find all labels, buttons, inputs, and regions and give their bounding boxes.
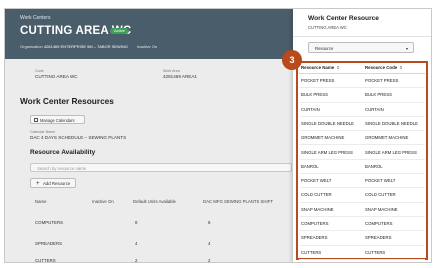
column-header-inactive-on[interactable]: Inactive On (92, 199, 114, 204)
table-row-shift: 4 (208, 241, 211, 246)
resource-name-cell: SINGLE DOUBLE NEEDLE (301, 120, 355, 126)
column-header-default-units[interactable]: Default Units Available (133, 199, 176, 204)
table-row[interactable]: SNAP MACHINE SNAP MACHINE (299, 203, 425, 217)
resource-name-cell: CUTTERS (301, 249, 322, 255)
column-header-shift[interactable]: DAC MFG SEWING PLANTS SHIFT (203, 199, 273, 204)
table-row-name[interactable]: COMPUTERS (35, 220, 63, 225)
organization-label: Organization (20, 44, 43, 49)
work-area-value: 4281469 AREA1 (163, 74, 197, 79)
table-row[interactable]: POCKET PRESS POCKET PRESS (299, 74, 425, 89)
resource-name-cell: POCKET PRESS (301, 78, 335, 83)
table-row[interactable]: BANROL BANROL (299, 160, 425, 175)
app-window: Work Centers CUTTING AREA WC Active Orga… (4, 8, 432, 263)
table-row[interactable]: SINGLE DOUBLE NEEDLE SINGLE DOUBLE NEEDLE (299, 117, 425, 132)
resource-name-cell: CURTAIN (301, 106, 320, 112)
column-header-name[interactable]: Name (35, 199, 46, 204)
calendar-icon (34, 118, 38, 122)
panel-title: Work Center Resource (308, 15, 379, 22)
sort-icon: ⇕ (336, 65, 340, 70)
resource-name-cell: SPREADERS (301, 235, 328, 241)
table-row[interactable]: COLD CUTTER COLD CUTTER (299, 188, 425, 203)
table-row-units: 2 (135, 258, 138, 263)
resource-code-header-label: Resource Code (365, 65, 398, 70)
table-row-shift: 2 (208, 258, 211, 263)
table-row-units: 4 (135, 241, 138, 246)
resource-name-cell: COMPUTERS (301, 221, 329, 226)
add-resource-label: Add Resource (43, 181, 71, 186)
resource-code-cell: POCKET PRESS (365, 78, 399, 83)
status-badge: Active (110, 28, 129, 34)
callout-number-badge: 3 (282, 50, 302, 70)
resource-code-cell: COLD CUTTER (365, 192, 396, 198)
table-row-shift: 8 (208, 220, 211, 225)
resource-code-cell: CURTAIN (365, 106, 384, 112)
table-row[interactable]: BULK PRESS BULK PRESS (299, 88, 425, 103)
column-header-resource-code[interactable]: Resource Code ⇕ (365, 65, 403, 71)
resource-code-cell: SNAP MACHINE (365, 206, 398, 212)
manage-calendars-button[interactable]: Manage Calendars (30, 115, 85, 124)
table-row[interactable]: SPREADERS SPREADERS (299, 231, 425, 246)
resource-code-cell: CUTTERS (365, 249, 386, 255)
resource-name-cell: GROMMET MACHINE (301, 135, 345, 141)
add-resource-button[interactable]: + Add Resource (30, 178, 76, 188)
calendar-name-value: DAC 4 DAYS SCHEDULE – SEWING PLANTS (30, 135, 127, 140)
resource-code-cell: SINGLE DOUBLE NEEDLE (365, 120, 419, 126)
resource-name-header-label: Resource Name (301, 65, 335, 70)
resource-type-select[interactable]: Resource ▾ (308, 42, 414, 53)
chevron-down-icon: ▾ (405, 46, 408, 51)
resource-code-cell: POCKET WELT (365, 178, 396, 184)
panel-divider (293, 36, 431, 37)
table-row-name[interactable]: SPREADERS (35, 241, 62, 246)
sort-icon: ⇕ (399, 65, 403, 70)
resource-type-value: Resource (315, 46, 334, 51)
table-row[interactable]: CURTAIN CURTAIN (299, 103, 425, 117)
resource-code-cell: GROMMET MACHINE (365, 135, 409, 141)
plus-icon: + (36, 181, 40, 187)
resource-name-cell: SINGLE ARM LEG PRESS (301, 149, 353, 155)
table-row[interactable]: SINGLE ARM LEG PRESS SINGLE ARM LEG PRESS (299, 146, 425, 160)
resource-code-cell: COMPUTERS (365, 221, 393, 226)
panel-subtitle: CUTTING AREA WC (308, 25, 347, 30)
resource-availability-title: Resource Availability (30, 149, 96, 156)
resource-name-cell: SNAP MACHINE (301, 206, 334, 212)
inactive-on-label: Inactive On (137, 44, 158, 49)
organization-value: 4281469 ENTERPRISE 9M – TABOR SEWING (43, 44, 128, 49)
organization-info: Organization 4281469 ENTERPRISE 9M – TAB… (20, 44, 128, 49)
resource-name-cell: BANROL (301, 163, 319, 169)
table-row-name[interactable]: CUTTERS (35, 258, 56, 262)
work-center-resource-panel: Work Center Resource CUTTING AREA WC Res… (293, 9, 431, 262)
resource-name-cell: POCKET WELT (301, 178, 332, 184)
section-title-work-center-resources: Work Center Resources (20, 96, 114, 106)
calendar-name-label: Calendar Name (30, 130, 56, 134)
table-row[interactable]: CUTTERS CUTTERS (299, 246, 425, 260)
work-area-label: Work Area (163, 69, 180, 73)
table-row-units: 8 (135, 220, 138, 225)
code-label: Code (35, 69, 44, 73)
resource-code-cell: BANROL (365, 163, 383, 169)
resource-code-cell: BULK PRESS (365, 92, 392, 98)
resource-code-cell: SPREADERS (365, 235, 392, 241)
table-row[interactable]: COMPUTERS COMPUTERS (299, 217, 425, 232)
breadcrumb-work-centers[interactable]: Work Centers (20, 15, 50, 21)
table-row[interactable]: GROMMET MACHINE GROMMET MACHINE (299, 131, 425, 146)
resource-name-cell: COLD CUTTER (301, 192, 332, 198)
code-value: CUTTING AREA WC (35, 74, 78, 79)
resource-search-input[interactable]: Search by resource name (30, 163, 292, 172)
resource-name-cell: BULK PRESS (301, 92, 328, 98)
column-header-resource-name[interactable]: Resource Name ⇕ (301, 65, 340, 71)
resource-code-cell: SINGLE ARM LEG PRESS (365, 149, 417, 155)
manage-calendars-label: Manage Calendars (40, 118, 75, 123)
table-row[interactable]: POCKET WELT POCKET WELT (299, 174, 425, 189)
